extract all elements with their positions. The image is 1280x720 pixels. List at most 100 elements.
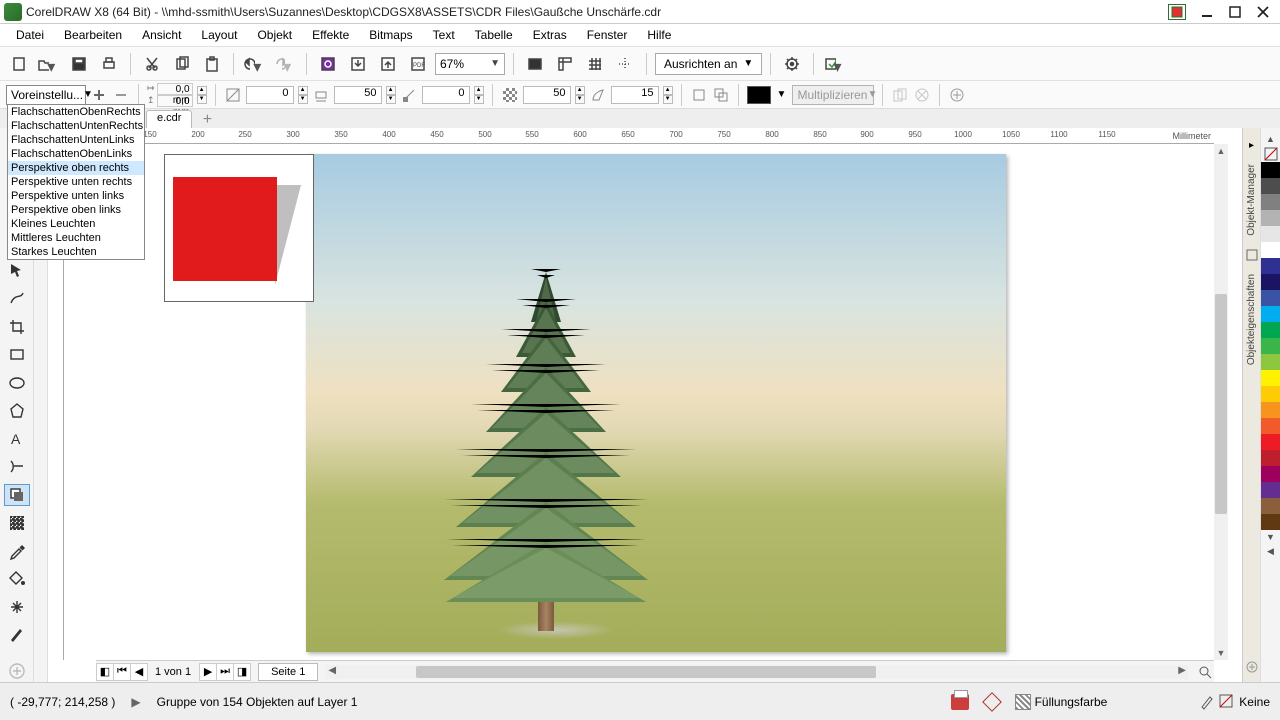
rectangle-tool[interactable] [4,344,30,366]
color-swatch[interactable] [1261,322,1280,338]
preset-option[interactable]: Perspektive unten rechts [8,175,144,189]
color-swatch[interactable] [1261,434,1280,450]
dimension-tool[interactable] [4,456,30,478]
prev-page-button[interactable]: ◀ [130,663,148,681]
vertical-scrollbar[interactable]: ▲ ▼ [1214,144,1228,660]
page-tab[interactable]: Seite 1 [258,663,318,681]
snap-to-button[interactable]: Ausrichten an▼ [655,53,762,75]
preset-option[interactable]: FlachschattenUntenRechts [8,119,144,133]
preset-option[interactable]: FlachschattenObenRechts [8,105,144,119]
preset-dropdown[interactable]: Voreinstellu...▼ [6,85,86,105]
shadow-stretch-field[interactable]: 50 [334,86,382,104]
preset-option[interactable]: Mittleres Leuchten [8,231,144,245]
color-swatch[interactable] [1261,466,1280,482]
export-button[interactable] [375,51,401,77]
open-button[interactable]: ▾ [36,51,62,77]
menu-fenster[interactable]: Fenster [577,26,638,44]
maximize-button[interactable] [1224,3,1246,21]
preset-option[interactable]: Kleines Leuchten [8,217,144,231]
horizontal-ruler[interactable]: Millimeter 10015020025030035040045050055… [64,128,1214,144]
printer-status-icon[interactable] [951,694,969,710]
document-tab[interactable]: e.cdr [146,110,192,128]
color-swatch[interactable] [1261,386,1280,402]
horizontal-scrollbar[interactable]: ◀ ▶ [326,665,1188,679]
color-swatch[interactable] [1261,194,1280,210]
shadow-angle-field[interactable]: 0 [246,86,294,104]
preset-list-dropdown[interactable]: FlachschattenObenRechtsFlachschattenUnte… [7,104,145,260]
shadow-color-swatch[interactable] [747,86,771,104]
docker-expand-button[interactable]: ▸ [1243,136,1261,154]
menu-effekte[interactable]: Effekte [302,26,359,44]
polygon-tool[interactable] [4,400,30,422]
undo-button[interactable]: ▾ [242,51,268,77]
search-content-button[interactable] [315,51,341,77]
color-swatch[interactable] [1261,370,1280,386]
scroll-thumb[interactable] [416,666,876,678]
palette-flyout[interactable]: ◀ [1261,544,1280,558]
color-swatch[interactable] [1261,162,1280,178]
outline-tool[interactable] [4,624,30,646]
cut-button[interactable] [139,51,165,77]
eyedropper-tool[interactable] [4,540,30,562]
show-rulers-button[interactable] [552,51,578,77]
add-button[interactable] [948,86,966,104]
color-swatch[interactable] [1261,258,1280,274]
minimize-button[interactable] [1196,3,1218,21]
print-button[interactable] [96,51,122,77]
publish-pdf-button[interactable]: PDF [405,51,431,77]
menu-bearbeiten[interactable]: Bearbeiten [54,26,132,44]
color-swatch[interactable] [1261,402,1280,418]
options-button[interactable] [779,51,805,77]
text-tool[interactable]: A [4,428,30,450]
smart-fill-tool[interactable] [4,596,30,618]
quick-customize-button[interactable] [4,660,30,682]
copy-shadow-button[interactable] [891,86,909,104]
palette-scroll-down[interactable]: ▼ [1261,530,1280,544]
opacity-spinner[interactable]: ▲▼ [575,86,585,104]
preset-option[interactable]: Perspektive oben links [8,203,144,217]
offset-spinner[interactable]: ▲▼ [197,86,207,104]
outline-indicator[interactable]: Keine [1199,694,1270,710]
no-color-swatch[interactable] [1261,146,1280,162]
first-page-button[interactable]: ⏮ [113,663,131,681]
docker-object-manager[interactable]: Objekt-Manager [1246,158,1257,242]
docker-object-properties[interactable]: Objekteigenschaften [1246,268,1257,371]
menu-bitmaps[interactable]: Bitmaps [359,26,422,44]
zoom-level-select[interactable]: 67%▼ [435,53,505,75]
show-guidelines-button[interactable] [612,51,638,77]
menu-hilfe[interactable]: Hilfe [637,26,681,44]
color-swatch[interactable] [1261,290,1280,306]
preset-option[interactable]: Perspektive unten links [8,189,144,203]
offset-y-field[interactable]: 0,0 mm [157,95,193,107]
new-tab-button[interactable]: + [198,112,216,128]
redo-button[interactable]: ▾ [272,51,298,77]
new-document-button[interactable] [6,51,32,77]
crop-tool[interactable] [4,316,30,338]
docker-icon[interactable] [1243,246,1261,264]
color-swatch[interactable] [1261,514,1280,530]
fill-tool[interactable] [4,568,30,590]
menu-objekt[interactable]: Objekt [247,26,302,44]
color-swatch[interactable] [1261,226,1280,242]
merge-mode-dropdown[interactable]: Multiplizieren▼ [792,85,874,105]
delete-preset-button[interactable] [112,86,130,104]
feather-edge-button[interactable] [712,86,730,104]
offset-x-field[interactable]: 0,0 mm [157,83,193,95]
drop-shadow-tool[interactable] [4,484,30,506]
clear-shadow-button[interactable] [913,86,931,104]
color-swatch[interactable] [1261,338,1280,354]
copy-button[interactable] [169,51,195,77]
scroll-thumb[interactable] [1215,294,1227,514]
save-button[interactable] [66,51,92,77]
color-swatch[interactable] [1261,274,1280,290]
shadow-stretch-spinner[interactable]: ▲▼ [386,86,396,104]
pick-tool[interactable] [4,260,30,282]
color-swatch[interactable] [1261,306,1280,322]
color-swatch[interactable] [1261,482,1280,498]
launch-button[interactable]: ▾ [822,51,848,77]
red-square-object[interactable] [164,154,314,302]
fullscreen-preview-button[interactable] [522,51,548,77]
color-swatch[interactable] [1261,178,1280,194]
color-swatch[interactable] [1261,242,1280,258]
show-grid-button[interactable] [582,51,608,77]
